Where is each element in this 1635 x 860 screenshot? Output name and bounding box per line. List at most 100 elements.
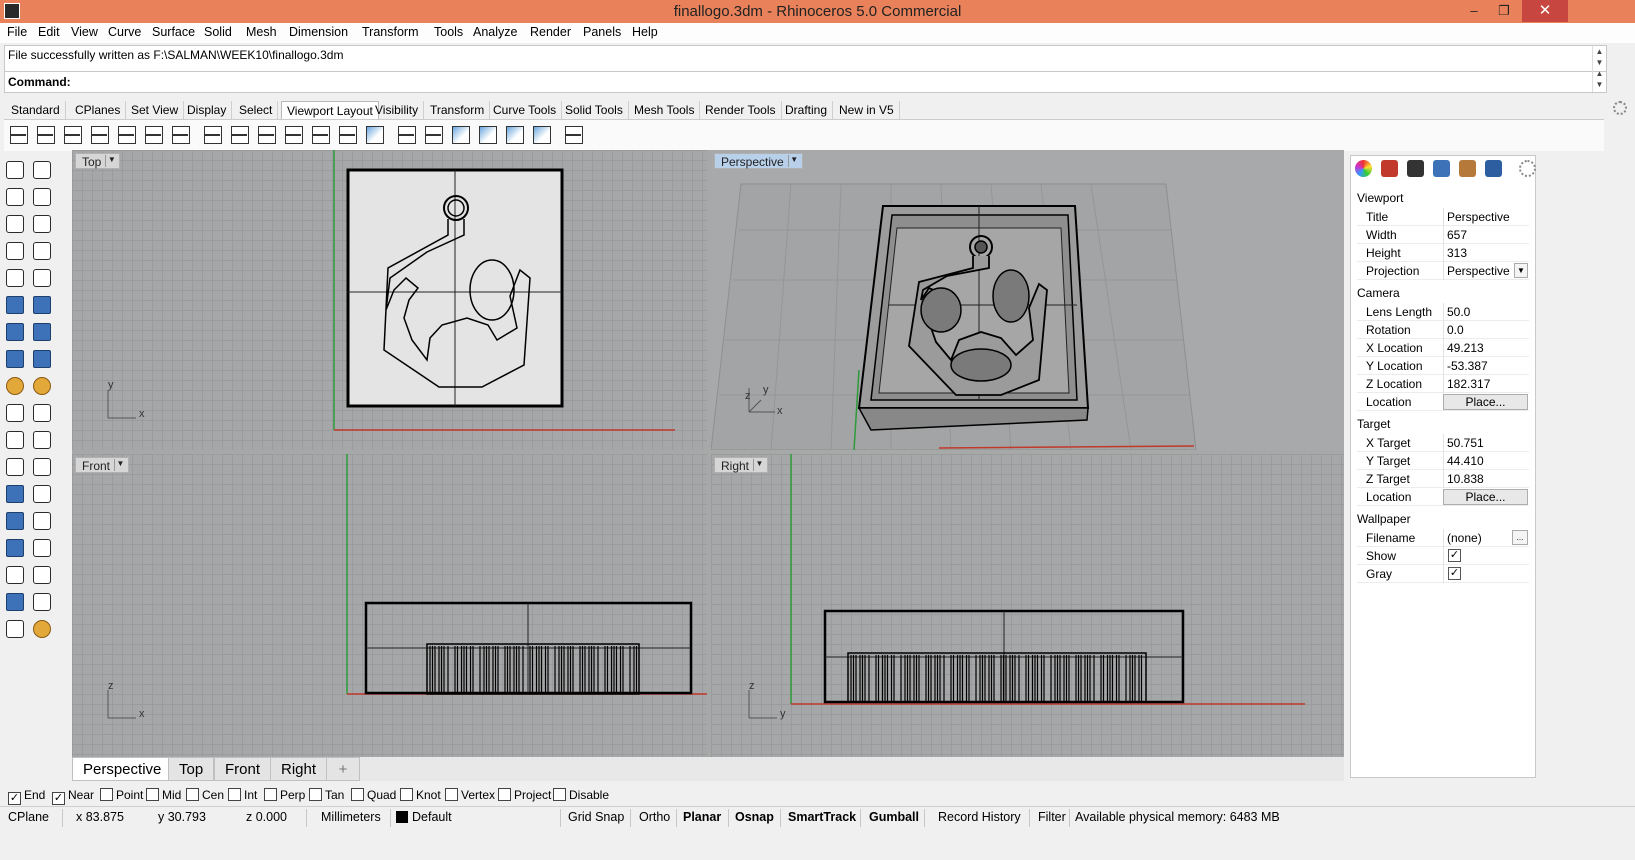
filter-toggle[interactable]: Filter	[1038, 810, 1066, 824]
add-viewport-tab-button[interactable]: +	[326, 757, 360, 781]
show-wallpaper-checkbox[interactable]: ✓	[1448, 549, 1461, 562]
menu-help[interactable]: Help	[632, 25, 658, 39]
prop-height-value[interactable]: 313	[1443, 244, 1529, 262]
browse-wallpaper-button[interactable]: ...	[1512, 530, 1528, 545]
osnap-point-checkbox[interactable]	[100, 788, 113, 801]
viewport-top-label[interactable]: Top ▼	[75, 153, 121, 169]
dimension-icon[interactable]	[30, 482, 54, 506]
zoom-lens-icon[interactable]	[229, 124, 251, 146]
fillet-icon[interactable]	[3, 455, 27, 479]
osnap-vertex-checkbox[interactable]	[445, 788, 458, 801]
properties-icon[interactable]	[1355, 160, 1372, 177]
osnap-vertex[interactable]: Vertex	[445, 788, 495, 802]
osnap-disable[interactable]: Disable	[553, 788, 609, 802]
status-layer[interactable]: Default	[396, 810, 452, 824]
surface-corner-icon[interactable]	[3, 293, 27, 317]
group-icon[interactable]	[3, 428, 27, 452]
objects-icon[interactable]	[1485, 160, 1502, 177]
camera-place-button[interactable]: Place...	[1443, 394, 1528, 410]
box-edit-icon[interactable]	[3, 536, 27, 560]
osnap-mid[interactable]: Mid	[146, 788, 181, 802]
control-points-icon[interactable]	[30, 563, 54, 587]
layout-camera-icon[interactable]	[531, 124, 553, 146]
point-icon[interactable]	[310, 124, 332, 146]
viewport-front[interactable]: z x Front ▼	[72, 454, 707, 757]
osnap-toggle[interactable]: Osnap	[735, 810, 774, 824]
osnap-quad[interactable]: Quad	[351, 788, 396, 802]
menu-edit[interactable]: Edit	[38, 25, 60, 39]
render-tools-icon[interactable]	[1459, 160, 1476, 177]
viewport-front-label[interactable]: Front ▼	[75, 457, 130, 473]
viewport-tab-right[interactable]: Right	[270, 757, 328, 781]
menu-transform[interactable]: Transform	[362, 25, 419, 39]
menu-tools[interactable]: Tools	[434, 25, 463, 39]
tab-display[interactable]: Display	[182, 101, 233, 119]
print-icon[interactable]	[563, 124, 585, 146]
viewport-top[interactable]: y x Top ▼	[72, 150, 707, 450]
viewport-tab-perspective[interactable]: Perspective	[72, 757, 173, 781]
arc-icon[interactable]	[3, 239, 27, 263]
explode-icon[interactable]	[3, 374, 27, 398]
menu-file[interactable]: File	[7, 25, 27, 39]
prop-ytarget-value[interactable]: 44.410	[1443, 452, 1529, 470]
osnap-near[interactable]: ✓ Near	[52, 788, 94, 805]
osnap-near-checkbox[interactable]: ✓	[52, 792, 65, 805]
planar-toggle[interactable]: Planar	[683, 810, 721, 824]
split-vertical-icon[interactable]	[170, 124, 192, 146]
tab-viewport-layout[interactable]: Viewport Layout	[281, 101, 379, 119]
chevron-down-icon[interactable]: ▼	[787, 155, 800, 167]
detail-view-icon[interactable]	[423, 124, 445, 146]
curve-points-icon[interactable]	[30, 185, 54, 209]
menu-curve[interactable]: Curve	[108, 25, 141, 39]
status-cplane[interactable]: CPlane	[8, 810, 49, 824]
single-viewport-icon[interactable]	[62, 124, 84, 146]
boolean-union-icon[interactable]	[30, 320, 54, 344]
osnap-disable-checkbox[interactable]	[553, 788, 566, 801]
tab-cplanes[interactable]: CPlanes	[70, 101, 127, 119]
three-viewports-icon[interactable]	[35, 124, 57, 146]
viewport-perspective[interactable]: z y x Perspective ▼	[711, 150, 1344, 450]
split-horizontal-icon[interactable]	[143, 124, 165, 146]
osnap-mid-checkbox[interactable]	[146, 788, 159, 801]
tab-standard[interactable]: Standard	[6, 101, 66, 119]
menu-dimension[interactable]: Dimension	[289, 25, 348, 39]
osnap-int-checkbox[interactable]	[228, 788, 241, 801]
osnap-end-checkbox[interactable]: ✓	[8, 792, 21, 805]
mesh-box-icon[interactable]	[30, 347, 54, 371]
chevron-down-icon[interactable]: ▼	[1514, 263, 1528, 278]
osnap-project[interactable]: Project	[498, 788, 551, 802]
toolbar-options-gear-icon[interactable]	[1613, 101, 1627, 115]
menu-surface[interactable]: Surface	[152, 25, 195, 39]
layout-properties-icon[interactable]	[450, 124, 472, 146]
mesh-plane-icon[interactable]	[3, 347, 27, 371]
new-viewport-icon[interactable]	[89, 124, 111, 146]
smarttrack-toggle[interactable]: SmartTrack	[788, 810, 856, 824]
check-icon[interactable]	[30, 590, 54, 614]
chevron-down-icon[interactable]: ▼	[753, 459, 765, 471]
tab-select[interactable]: Select	[234, 101, 279, 119]
prop-xtarget-value[interactable]: 50.751	[1443, 434, 1529, 452]
viewport-tab-top[interactable]: Top	[168, 757, 215, 781]
rectangle-icon[interactable]	[30, 239, 54, 263]
mirror-icon[interactable]	[30, 509, 54, 533]
ortho-toggle[interactable]: Ortho	[639, 810, 670, 824]
grid-icon[interactable]	[283, 124, 305, 146]
prop-projection-select[interactable]: Perspective ▼	[1443, 262, 1529, 280]
menu-render[interactable]: Render	[530, 25, 571, 39]
menu-mesh[interactable]: Mesh	[246, 25, 277, 39]
osnap-tan[interactable]: Tan	[309, 788, 344, 802]
osnap-project-checkbox[interactable]	[498, 788, 511, 801]
prop-zloc-value[interactable]: 182.317	[1443, 375, 1529, 393]
gray-wallpaper-checkbox[interactable]: ✓	[1448, 567, 1461, 580]
new-layout-icon[interactable]	[396, 124, 418, 146]
osnap-cen[interactable]: Cen	[186, 788, 224, 802]
contour-icon[interactable]	[30, 536, 54, 560]
minimize-button[interactable]: –	[1460, 0, 1488, 22]
grid-snap-toggle[interactable]: Grid Snap	[568, 810, 624, 824]
box-solid-icon[interactable]	[3, 320, 27, 344]
close-button[interactable]: ✕	[1522, 0, 1568, 22]
prop-lens-value[interactable]: 50.0	[1443, 303, 1529, 321]
tab-visibility[interactable]: Visibility	[370, 101, 425, 119]
tab-solid-tools[interactable]: Solid Tools	[560, 101, 629, 119]
grid-options-icon[interactable]	[202, 124, 224, 146]
